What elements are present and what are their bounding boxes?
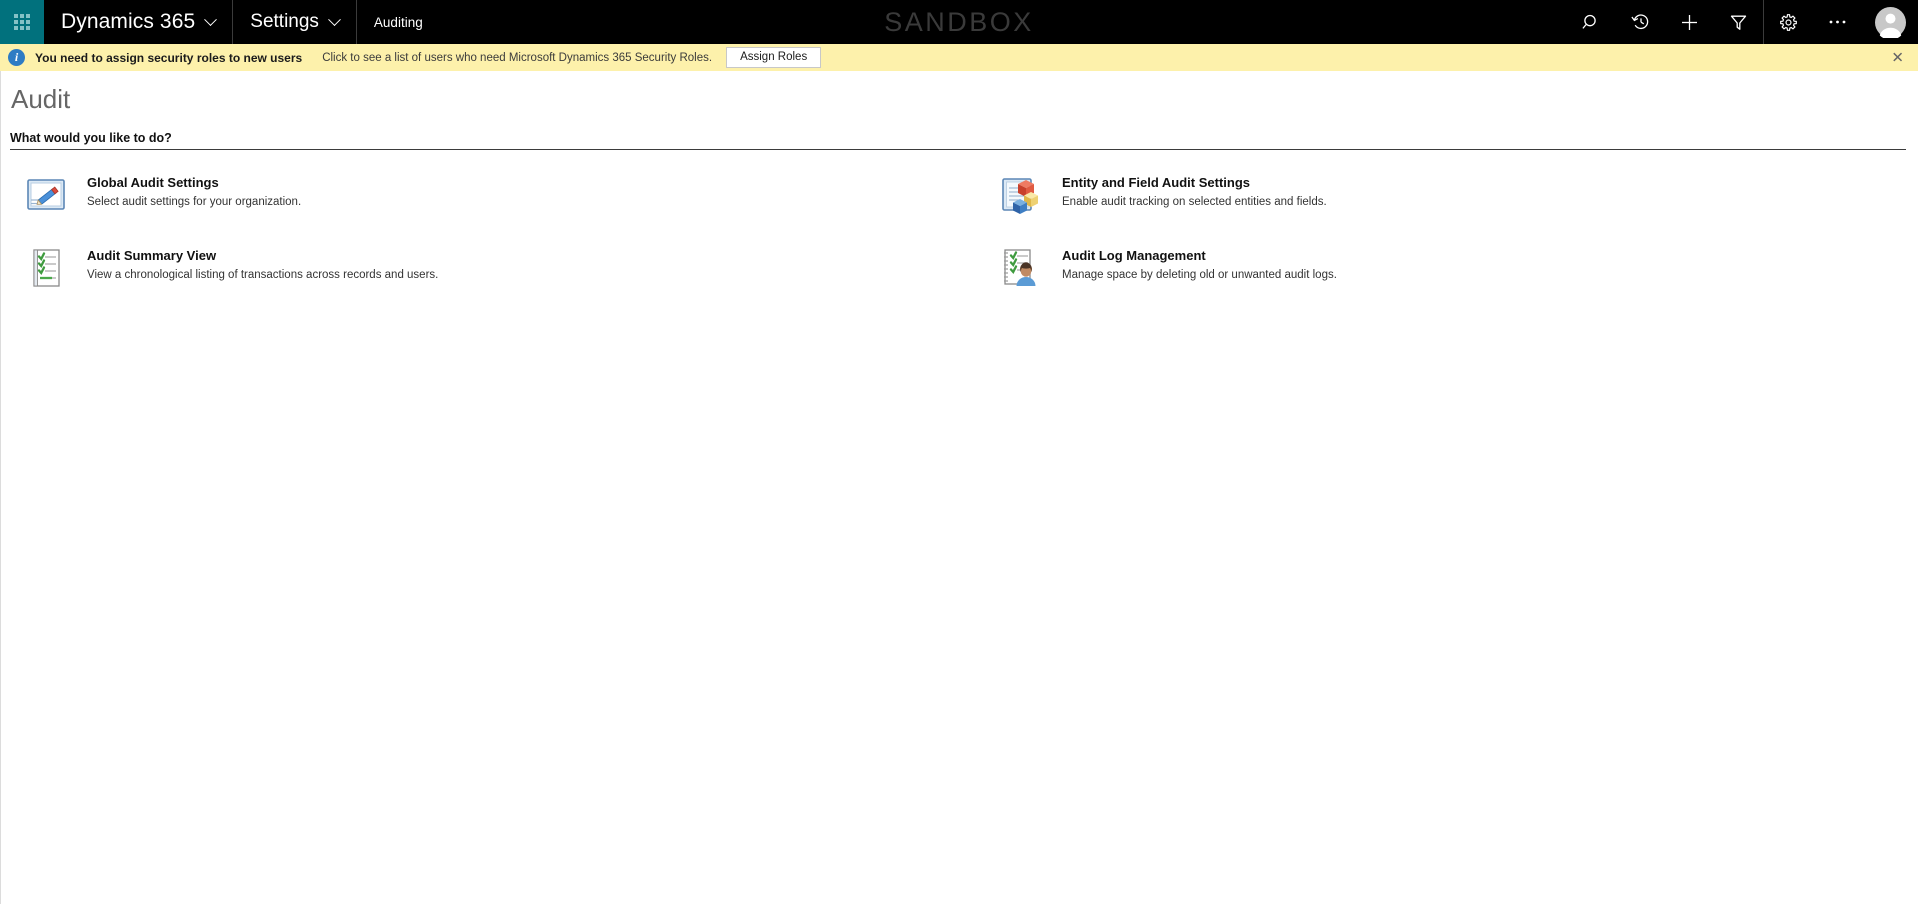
page-content: Audit What would you like to do? Global … bbox=[0, 71, 1918, 904]
entity-field-audit-settings-icon bbox=[998, 172, 1044, 218]
tile-audit-log-management[interactable]: Audit Log Management Manage space by del… bbox=[994, 241, 1918, 294]
tile-entity-field-audit-settings[interactable]: Entity and Field Audit Settings Enable a… bbox=[994, 168, 1918, 221]
tile-text-block: Entity and Field Audit Settings Enable a… bbox=[1062, 171, 1327, 210]
section-heading: What would you like to do? bbox=[10, 130, 172, 145]
gear-icon bbox=[1780, 13, 1797, 31]
tile-global-audit-settings[interactable]: Global Audit Settings Select audit setti… bbox=[19, 168, 994, 221]
chevron-down-icon bbox=[204, 12, 218, 26]
filter-icon bbox=[1730, 15, 1747, 30]
tile-description: View a chronological listing of transact… bbox=[87, 268, 439, 281]
task-tile-grid: Global Audit Settings Select audit setti… bbox=[1, 168, 1918, 294]
close-notification-icon[interactable]: ✕ bbox=[1891, 50, 1904, 65]
tile-title: Global Audit Settings bbox=[87, 174, 219, 190]
audit-summary-view-icon bbox=[23, 245, 69, 291]
nav-brand-label: Dynamics 365 bbox=[61, 10, 196, 33]
tile-title: Entity and Field Audit Settings bbox=[1062, 174, 1251, 190]
tile-description: Select audit settings for your organizat… bbox=[87, 195, 302, 208]
nav-subarea-auditing[interactable]: Auditing bbox=[357, 0, 440, 44]
tile-description: Enable audit tracking on selected entiti… bbox=[1062, 195, 1327, 208]
app-launcher-button[interactable] bbox=[0, 0, 44, 44]
nav-brand-dynamics365[interactable]: Dynamics 365 bbox=[44, 0, 234, 44]
search-button[interactable] bbox=[1567, 0, 1616, 44]
history-icon bbox=[1630, 14, 1648, 30]
quick-create-button[interactable] bbox=[1665, 0, 1714, 44]
filter-button[interactable] bbox=[1714, 0, 1763, 44]
audit-log-management-icon bbox=[998, 245, 1044, 291]
tile-title: Audit Summary View bbox=[87, 247, 217, 263]
chevron-down-icon bbox=[328, 12, 341, 26]
nav-area-label: Settings bbox=[250, 11, 319, 32]
info-icon: i bbox=[8, 49, 25, 66]
plus-icon bbox=[1682, 14, 1697, 30]
nav-subarea-label: Auditing bbox=[373, 14, 423, 30]
notification-headline: You need to assign security roles to new… bbox=[35, 50, 303, 65]
tile-audit-summary-view[interactable]: Audit Summary View View a chronological … bbox=[19, 241, 994, 294]
tile-text-block: Audit Log Management Manage space by del… bbox=[1062, 244, 1337, 283]
avatar-icon bbox=[1874, 6, 1906, 38]
global-audit-settings-icon bbox=[23, 172, 69, 218]
page-title: Audit bbox=[11, 84, 71, 114]
tile-text-block: Global Audit Settings Select audit setti… bbox=[87, 171, 301, 210]
tile-description: Manage space by deleting old or unwanted… bbox=[1062, 268, 1337, 281]
nav-command-icons bbox=[1567, 0, 1918, 44]
recently-viewed-button[interactable] bbox=[1616, 0, 1665, 44]
tile-title: Audit Log Management bbox=[1062, 247, 1206, 263]
user-avatar-button[interactable] bbox=[1862, 0, 1918, 44]
more-commands-button[interactable] bbox=[1813, 0, 1862, 44]
search-icon bbox=[1582, 14, 1596, 29]
tile-text-block: Audit Summary View View a chronological … bbox=[87, 244, 438, 283]
notification-detail[interactable]: Click to see a list of users who need Mi… bbox=[322, 52, 712, 64]
nav-area-settings[interactable]: Settings bbox=[233, 0, 357, 44]
top-navigation-bar: Dynamics 365 Settings Auditing SANDBOX bbox=[0, 0, 1918, 44]
assign-roles-button[interactable]: Assign Roles bbox=[726, 46, 822, 69]
ellipsis-icon bbox=[1829, 20, 1846, 24]
section-heading-wrapper: What would you like to do? bbox=[10, 131, 1906, 150]
settings-gear-button[interactable] bbox=[1764, 0, 1813, 44]
notification-bar: i You need to assign security roles to n… bbox=[0, 44, 1918, 71]
waffle-grid-icon bbox=[14, 14, 30, 30]
